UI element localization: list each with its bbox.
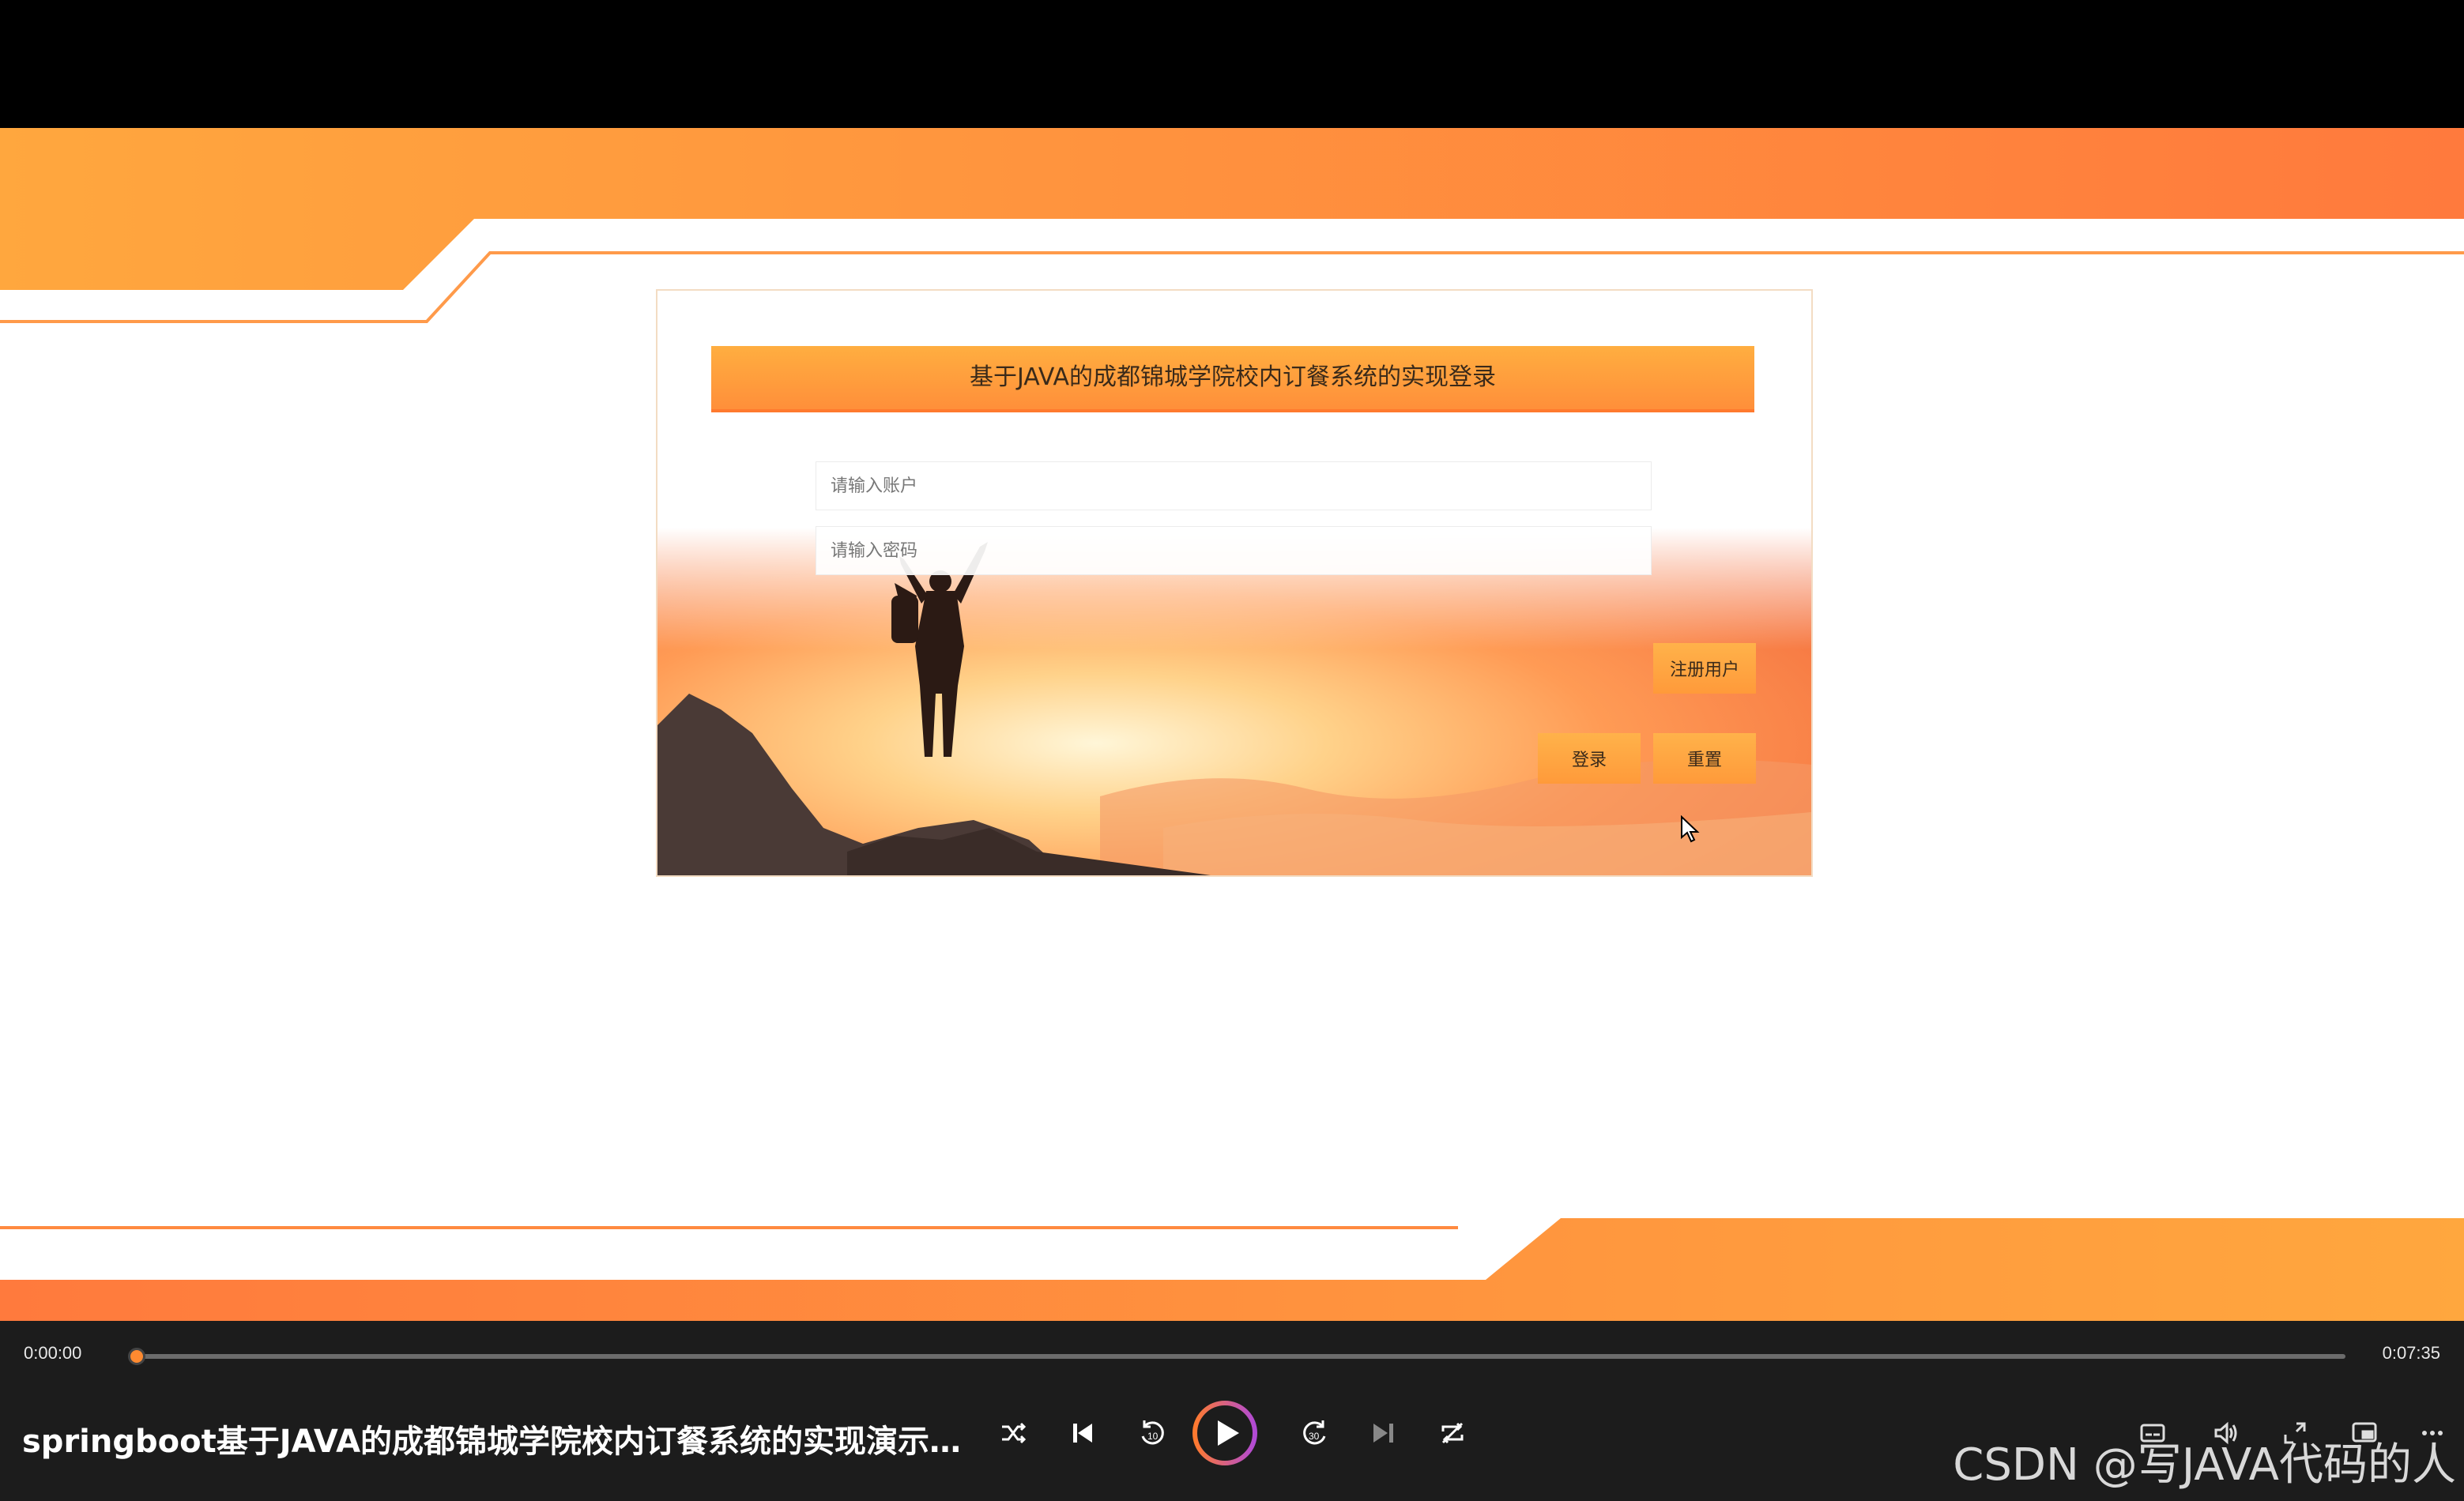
rewind-10-icon[interactable]: 10 <box>1128 1409 1176 1457</box>
video-frame: 基于JAVA的成都锦城学院校内订餐系统的实现登录 注册用户 登录 重置 <box>0 128 2464 1321</box>
bottom-orange-band <box>0 1218 2464 1321</box>
sunset-mountain-illustration <box>657 528 1811 875</box>
login-title: 基于JAVA的成都锦城学院校内订餐系统的实现登录 <box>711 346 1754 412</box>
video-title: springboot基于JAVA的成都锦城学院校内订餐系统的实现演示录... <box>22 1424 970 1460</box>
play-icon[interactable] <box>1192 1400 1258 1466</box>
register-button[interactable]: 注册用户 <box>1653 643 1756 694</box>
csdn-watermark: CSDN @写JAVA代码的人 <box>1953 1439 2456 1491</box>
media-player-controls: 0:00:00 0:07:35 springboot基于JAVA的成都锦城学院校… <box>0 1321 2464 1501</box>
svg-text:30: 30 <box>1309 1431 1320 1442</box>
progress-handle[interactable] <box>128 1348 145 1365</box>
shuffle-icon[interactable] <box>989 1409 1037 1457</box>
password-input[interactable] <box>816 526 1652 575</box>
current-time: 0:00:00 <box>24 1343 82 1363</box>
login-button[interactable]: 登录 <box>1538 733 1641 784</box>
forward-30-icon[interactable]: 30 <box>1291 1409 1339 1457</box>
username-input[interactable] <box>816 461 1652 510</box>
reset-button[interactable]: 重置 <box>1653 733 1756 784</box>
repeat-icon[interactable] <box>1429 1409 1476 1457</box>
login-panel: 基于JAVA的成都锦城学院校内订餐系统的实现登录 注册用户 登录 重置 <box>656 289 1813 877</box>
svg-text:10: 10 <box>1147 1431 1159 1442</box>
duration-time: 0:07:35 <box>2382 1343 2440 1363</box>
mouse-cursor-icon <box>1681 815 1700 843</box>
next-icon[interactable] <box>1359 1409 1407 1457</box>
progress-bar[interactable] <box>138 1354 2345 1359</box>
previous-icon[interactable] <box>1059 1409 1106 1457</box>
